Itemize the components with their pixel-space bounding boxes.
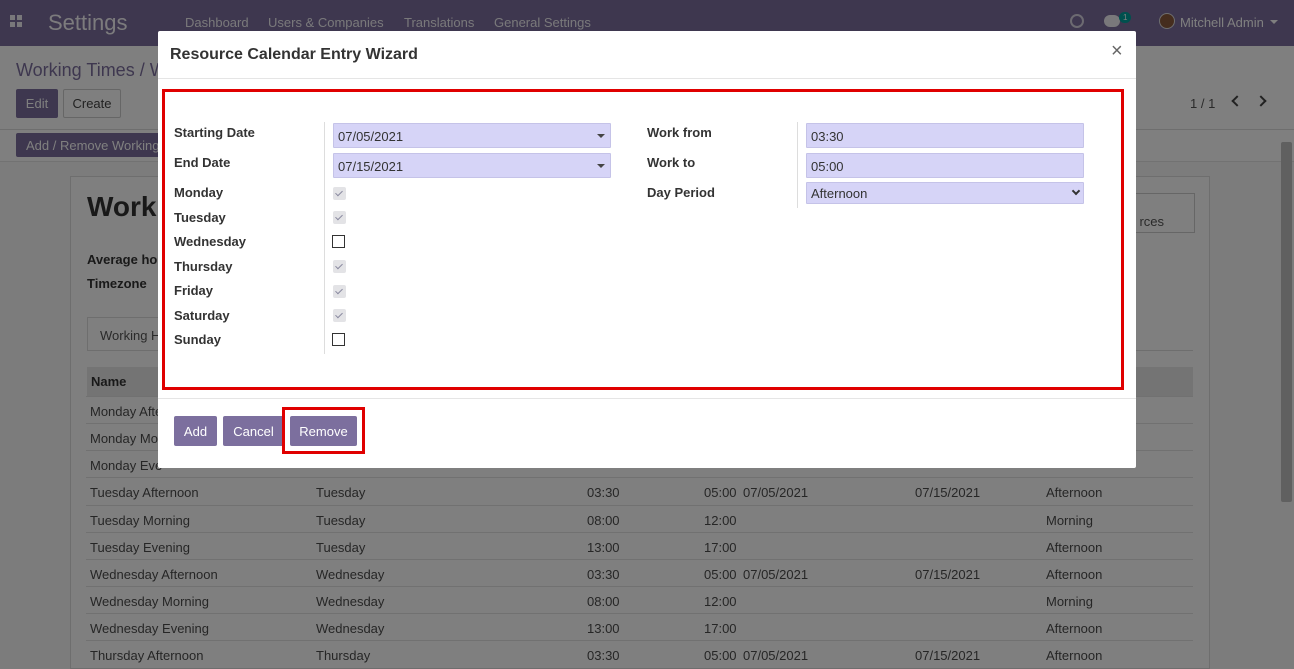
- modal-title: Resource Calendar Entry Wizard: [170, 46, 418, 63]
- cancel-button[interactable]: Cancel: [223, 416, 284, 446]
- highlight-box-form: [162, 89, 1124, 390]
- add-button[interactable]: Add: [174, 416, 217, 446]
- highlight-box-remove: [282, 407, 365, 454]
- close-icon[interactable]: ×: [1111, 41, 1123, 61]
- modal-header: Resource Calendar Entry Wizard ×: [158, 31, 1136, 79]
